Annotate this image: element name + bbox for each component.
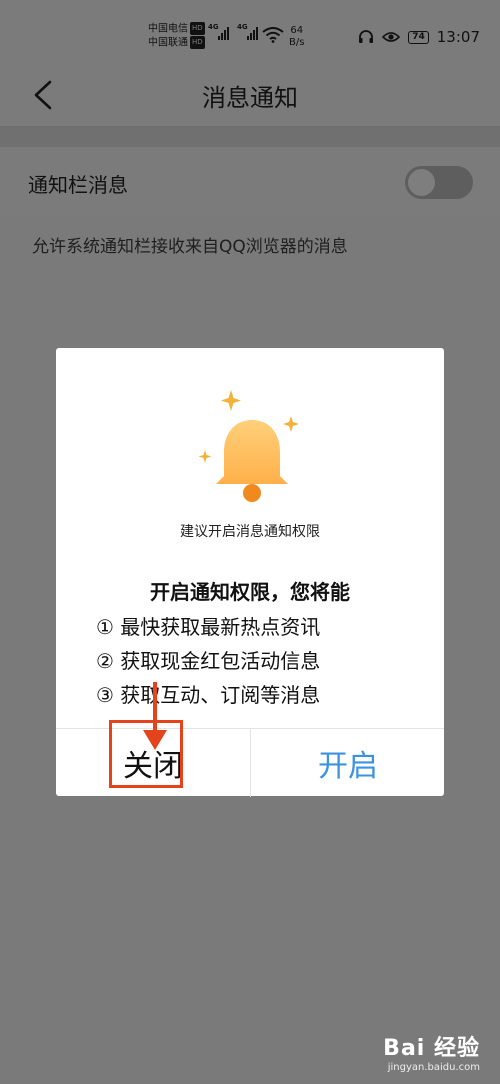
wifi-icon	[262, 27, 284, 43]
carrier-info: 中国电信 HD 中国联通 HD	[148, 22, 205, 49]
permission-title: 开启通知权限，您将能	[150, 580, 350, 604]
headset-icon	[359, 30, 374, 43]
bell-icon	[198, 390, 299, 502]
suggest-text: 建议开启消息通知权限	[180, 524, 320, 540]
toggle-knob	[408, 169, 435, 196]
signal-icon: 4G	[237, 23, 258, 40]
nav-bar: 消息通知	[0, 62, 500, 127]
watermark-url: jingyan.baidu.com	[387, 1062, 480, 1073]
open-button[interactable]: 开启	[251, 729, 445, 797]
setting-description: 允许系统通知栏接收来自QQ浏览器的消息	[32, 237, 348, 257]
permission-dialog: 建议开启消息通知权限 开启通知权限，您将能 ① 最快获取最新热点资讯 ② 获取现…	[56, 348, 445, 797]
carrier-2: 中国联通	[148, 37, 188, 48]
notification-toggle[interactable]	[405, 166, 473, 199]
net-speed: 64 B/s	[289, 25, 305, 48]
battery-indicator: 74	[408, 30, 429, 44]
status-bar: 中国电信 HD 中国联通 HD 4G 4G 64 B/s 74 13:07	[0, 0, 500, 62]
permission-item: ① 最快获取最新热点资讯	[96, 615, 321, 639]
carrier-1: 中国电信	[148, 23, 188, 35]
page-title: 消息通知	[202, 84, 298, 112]
section-divider	[0, 127, 500, 147]
watermark: Bai 经验 jingyan.baidu.com	[383, 1030, 480, 1073]
signal-icon: 4G	[208, 23, 229, 40]
hd-badge: HD	[190, 35, 205, 49]
eye-icon	[382, 32, 401, 42]
watermark-logo: Bai 经验	[383, 1036, 480, 1061]
setting-label: 通知栏消息	[28, 173, 128, 197]
hd-badge: HD	[190, 22, 205, 35]
permission-item: ② 获取现金红包活动信息	[96, 649, 321, 673]
permission-item: ③ 获取互动、订阅等消息	[96, 683, 321, 707]
annotation-arrow-icon	[143, 682, 167, 750]
clock: 13:07	[436, 28, 480, 46]
right-status: 74 13:07	[358, 28, 480, 46]
